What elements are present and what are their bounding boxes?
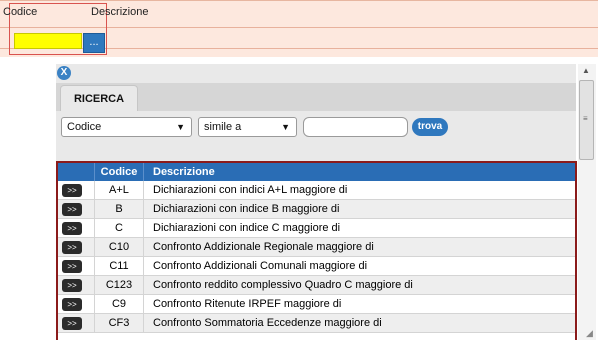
table-row[interactable]: >> A+L Dichiarazioni con indici A+L magg… xyxy=(58,181,575,200)
field-select[interactable]: Codice ▼ xyxy=(61,117,192,137)
column-header-code[interactable]: Codice xyxy=(94,163,144,181)
table-row[interactable]: >> CF3 Confronto Sommatoria Eccedenze ma… xyxy=(58,314,575,333)
cell-description: Confronto Sommatoria Eccedenze maggiore … xyxy=(153,317,382,329)
tab-ricerca[interactable]: RICERCA xyxy=(60,85,138,111)
cell-code: A+L xyxy=(94,181,144,200)
lookup-button[interactable]: ... xyxy=(83,33,105,53)
table-row[interactable]: >> B Dichiarazioni con indice B maggiore… xyxy=(58,200,575,219)
cell-code: C123 xyxy=(94,276,144,295)
table-row[interactable]: >> C Dichiarazioni con indice C maggiore… xyxy=(58,219,575,238)
cell-description: Confronto Addizionale Regionale maggiore… xyxy=(153,241,374,253)
table-row[interactable]: >> C11 Confronto Addizionali Comunali ma… xyxy=(58,257,575,276)
operator-select-value: simile a xyxy=(204,121,242,133)
table-header: Codice Descrizione xyxy=(58,163,575,181)
resize-handle-icon[interactable]: ◢ xyxy=(586,328,593,339)
cell-code: C9 xyxy=(94,295,144,314)
descrizione-label: Descrizione xyxy=(91,6,149,18)
results-table: Codice Descrizione >> A+L Dichiarazioni … xyxy=(56,161,577,340)
select-row-button[interactable]: >> xyxy=(62,222,82,235)
cell-description: Confronto reddito complessivo Quadro C m… xyxy=(153,279,413,291)
select-row-button[interactable]: >> xyxy=(62,203,82,216)
select-row-button[interactable]: >> xyxy=(62,184,82,197)
table-row[interactable]: >> C9 Confronto Ritenute IRPEF maggiore … xyxy=(58,295,575,314)
cell-code: C11 xyxy=(94,257,144,276)
cell-description: Dichiarazioni con indice B maggiore di xyxy=(153,203,340,215)
field-select-value: Codice xyxy=(67,121,102,133)
select-row-button[interactable]: >> xyxy=(62,241,82,254)
search-input[interactable] xyxy=(303,117,408,137)
cell-code: B xyxy=(94,200,144,219)
operator-select[interactable]: simile a ▼ xyxy=(198,117,297,137)
scroll-up-arrow-icon[interactable]: ▲ xyxy=(582,66,590,75)
select-row-button[interactable]: >> xyxy=(62,317,82,330)
codice-label: Codice xyxy=(3,6,38,18)
column-header-description[interactable]: Descrizione xyxy=(153,163,215,181)
chevron-down-icon: ▼ xyxy=(176,122,185,132)
cell-code: CF3 xyxy=(94,314,144,333)
cell-description: Dichiarazioni con indici A+L maggiore di xyxy=(153,184,348,196)
cell-code: C xyxy=(94,219,144,238)
select-row-button[interactable]: >> xyxy=(62,298,82,311)
codice-input[interactable] xyxy=(14,33,82,49)
select-row-button[interactable]: >> xyxy=(62,279,82,292)
cell-description: Confronto Addizionali Comunali maggiore … xyxy=(153,260,368,272)
table-row[interactable]: >> C10 Confronto Addizionale Regionale m… xyxy=(58,238,575,257)
cell-code: C10 xyxy=(94,238,144,257)
cell-description: Dichiarazioni con indice C maggiore di xyxy=(153,222,341,234)
scroll-grip-icon: ≡ xyxy=(583,114,588,123)
cell-description: Confronto Ritenute IRPEF maggiore di xyxy=(153,298,342,310)
trova-button[interactable]: trova xyxy=(412,118,448,136)
select-row-button[interactable]: >> xyxy=(62,260,82,273)
chevron-down-icon: ▼ xyxy=(281,122,290,132)
close-icon[interactable]: X xyxy=(57,66,71,80)
table-row[interactable]: >> C123 Confronto reddito complessivo Qu… xyxy=(58,276,575,295)
